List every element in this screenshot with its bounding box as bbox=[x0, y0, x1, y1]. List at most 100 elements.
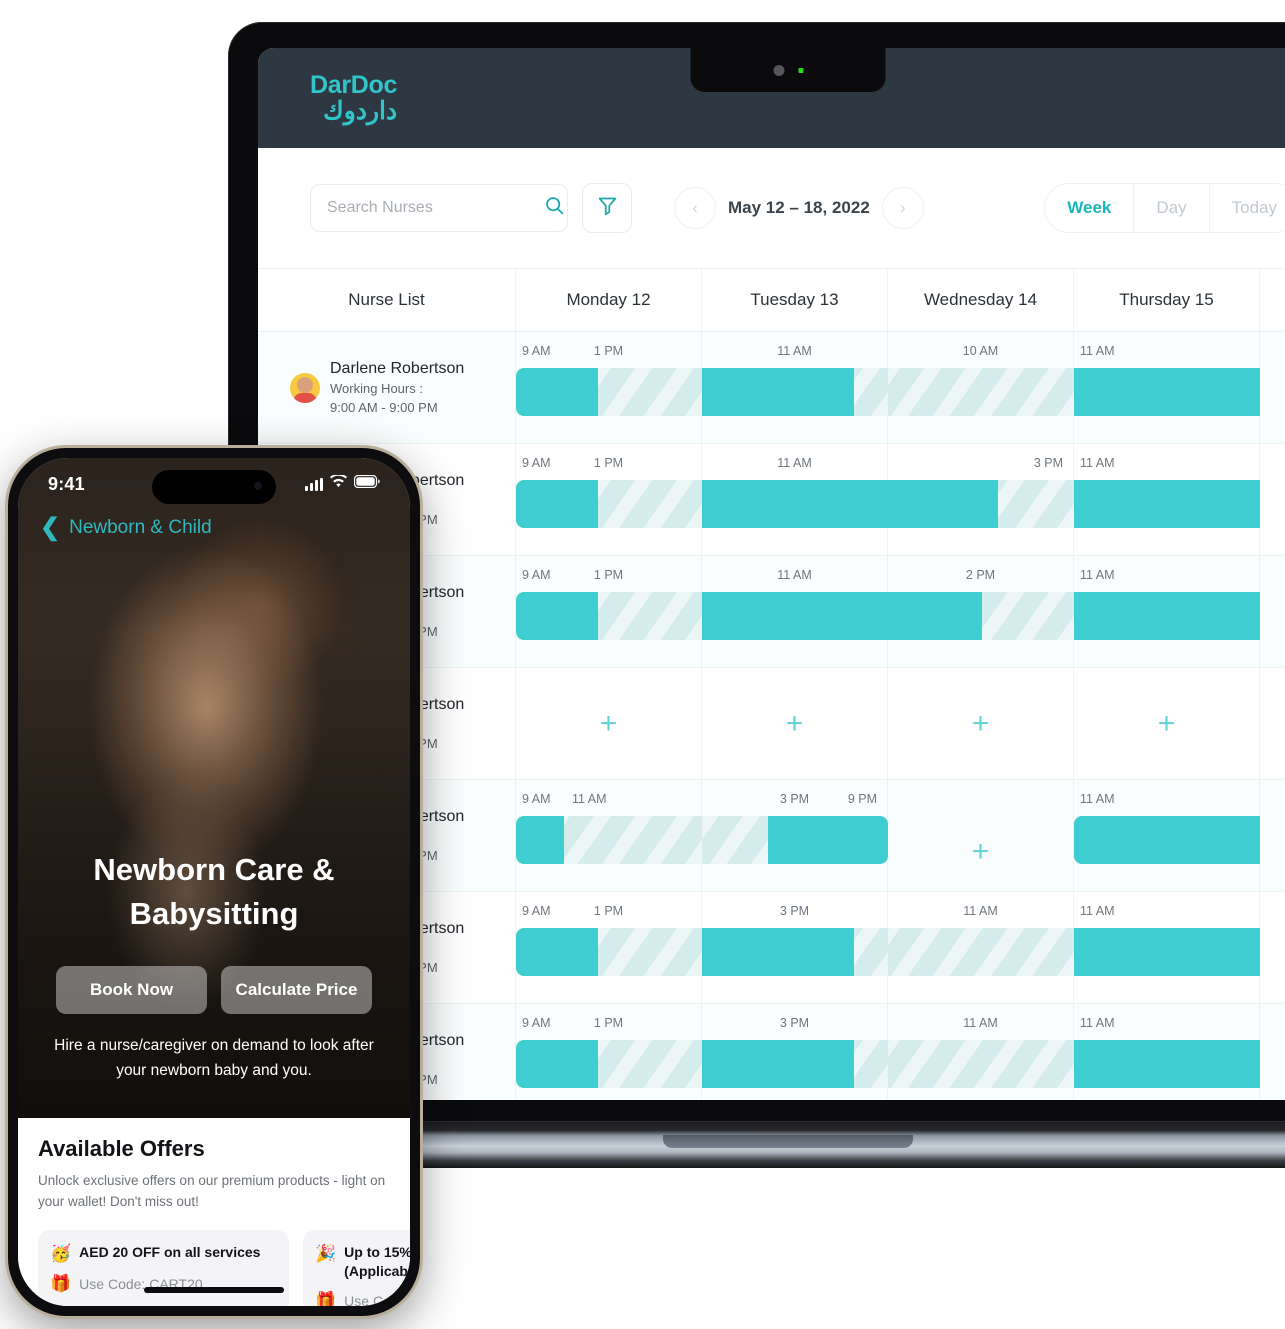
calculate-price-button[interactable]: Calculate Price bbox=[221, 966, 372, 1015]
schedule-bar[interactable] bbox=[516, 1040, 598, 1088]
schedule-cell[interactable]: 11 AM bbox=[1074, 556, 1260, 667]
brand-logo[interactable]: DarDoc داردوك bbox=[310, 71, 397, 124]
schedule-bar[interactable] bbox=[598, 928, 702, 976]
offer-card[interactable]: 🎉 Up to 15% OF (Applicable fo 🎁 Use Code… bbox=[303, 1230, 410, 1306]
schedule-bar[interactable] bbox=[702, 816, 768, 864]
view-toggle-group: Week Day Today bbox=[1044, 183, 1285, 233]
schedule-bar[interactable] bbox=[702, 480, 888, 528]
schedule-cell[interactable]: 3 PM bbox=[702, 1004, 888, 1100]
schedule-cell[interactable]: 11 AM bbox=[1074, 780, 1260, 891]
schedule-cell[interactable]: + bbox=[516, 668, 702, 779]
schedule-bar[interactable] bbox=[598, 480, 702, 528]
schedule-bar[interactable] bbox=[1074, 480, 1260, 528]
time-slot-label: 1 PM bbox=[593, 344, 624, 358]
schedule-bar[interactable] bbox=[516, 480, 598, 528]
offer-cards-list: 🥳 AED 20 OFF on all services 🎁 Use Code:… bbox=[38, 1230, 410, 1306]
schedule-bar[interactable] bbox=[702, 928, 854, 976]
plus-icon[interactable]: + bbox=[1158, 708, 1176, 739]
schedule-cell[interactable]: 10 AM bbox=[888, 332, 1074, 443]
schedule-cell[interactable]: 11 AM bbox=[702, 332, 888, 443]
hero-action-buttons: Book Now Calculate Price bbox=[36, 966, 392, 1015]
view-tab-week[interactable]: Week bbox=[1045, 184, 1135, 232]
schedule-bar[interactable] bbox=[702, 1040, 854, 1088]
view-tab-day[interactable]: Day bbox=[1134, 184, 1210, 232]
schedule-bar[interactable] bbox=[1074, 928, 1260, 976]
prev-week-button[interactable]: ‹ bbox=[674, 187, 716, 229]
schedule-bar[interactable] bbox=[516, 368, 598, 416]
schedule-bar[interactable] bbox=[516, 592, 598, 640]
schedule-bar[interactable] bbox=[982, 592, 1074, 640]
camera-led-icon bbox=[798, 67, 803, 73]
schedule-cell[interactable]: 9 AM 1 PM bbox=[516, 332, 702, 443]
time-slot-label: 9 AM bbox=[522, 456, 551, 470]
back-navigation[interactable]: ❮ Newborn & Child bbox=[40, 516, 212, 540]
schedule-cell[interactable]: + bbox=[702, 668, 888, 779]
schedule-cell[interactable]: 11 AM bbox=[1074, 892, 1260, 1003]
schedule-bar[interactable] bbox=[888, 1040, 1074, 1088]
plus-icon[interactable]: + bbox=[972, 837, 990, 867]
time-slot-label: 9 AM bbox=[522, 904, 551, 918]
schedule-bar[interactable] bbox=[888, 480, 998, 528]
plus-icon[interactable]: + bbox=[972, 708, 990, 739]
schedule-bar[interactable] bbox=[598, 368, 702, 416]
battery-icon bbox=[353, 474, 380, 493]
search-input[interactable] bbox=[325, 198, 536, 218]
schedule-bar[interactable] bbox=[854, 1040, 888, 1088]
schedule-cell[interactable]: 11 AM bbox=[888, 1004, 1074, 1100]
schedule-bar[interactable] bbox=[888, 592, 982, 640]
schedule-cell[interactable]: 2 PM bbox=[888, 556, 1074, 667]
plus-icon[interactable]: + bbox=[786, 708, 804, 739]
schedule-cell[interactable]: 3 PM bbox=[702, 892, 888, 1003]
home-indicator[interactable] bbox=[144, 1287, 284, 1293]
search-box[interactable] bbox=[310, 184, 568, 232]
schedule-bar[interactable] bbox=[702, 368, 854, 416]
schedule-bar[interactable] bbox=[888, 368, 1074, 416]
schedule-cell[interactable]: 11 AM bbox=[702, 556, 888, 667]
nurse-cell[interactable]: Darlene Robertson Working Hours : 9:00 AM … bbox=[258, 332, 516, 443]
schedule-cell[interactable]: 9 AM 1 PM bbox=[516, 892, 702, 1003]
calendar-header-row: Nurse List Monday 12 Tuesday 13 Wednesda… bbox=[258, 269, 1285, 332]
schedule-cell[interactable]: + bbox=[888, 668, 1074, 779]
schedule-cell[interactable]: 11 AM bbox=[1074, 332, 1260, 443]
schedule-cell[interactable]: 3 PM 9 PM bbox=[702, 780, 888, 891]
schedule-bar[interactable] bbox=[854, 368, 888, 416]
schedule-bar[interactable] bbox=[1074, 1040, 1260, 1088]
schedule-cell[interactable]: 11 AM bbox=[1074, 444, 1260, 555]
schedule-cell[interactable]: 11 AM bbox=[888, 892, 1074, 1003]
time-slot-label: 1 PM bbox=[593, 1016, 624, 1030]
schedule-cell[interactable]: 9 AM 1 PM bbox=[516, 1004, 702, 1100]
schedule-cell[interactable]: 11 AM bbox=[1074, 1004, 1260, 1100]
offer-code: Use Code: bbox=[344, 1292, 410, 1306]
schedule-bar[interactable] bbox=[598, 1040, 702, 1088]
schedule-bar[interactable] bbox=[516, 928, 598, 976]
phone-device: 9:41 ❮ Newborn & Child Newborn Care & Ba… bbox=[8, 448, 420, 1316]
schedule-bar[interactable] bbox=[1074, 368, 1260, 416]
schedule-cell[interactable]: 3 PM bbox=[888, 444, 1074, 555]
schedule-bar[interactable] bbox=[998, 480, 1074, 528]
schedule-cell[interactable]: + bbox=[1074, 668, 1260, 779]
schedule-bar[interactable] bbox=[1074, 592, 1260, 640]
search-icon[interactable] bbox=[544, 195, 565, 221]
schedule-cell[interactable]: 9 AM 11 AM bbox=[516, 780, 702, 891]
schedule-bar[interactable] bbox=[768, 816, 888, 864]
schedule-bar[interactable] bbox=[888, 928, 1074, 976]
view-tab-today[interactable]: Today bbox=[1210, 184, 1285, 232]
schedule-cell[interactable]: 9 AM 1 PM bbox=[516, 444, 702, 555]
schedule-bar[interactable] bbox=[564, 816, 702, 864]
plus-icon[interactable]: + bbox=[600, 708, 618, 739]
schedule-bar[interactable] bbox=[516, 816, 564, 864]
schedule-bar[interactable] bbox=[1074, 816, 1260, 864]
schedule-bar[interactable] bbox=[598, 592, 702, 640]
book-now-button[interactable]: Book Now bbox=[56, 966, 207, 1015]
offer-card[interactable]: 🥳 AED 20 OFF on all services 🎁 Use Code:… bbox=[38, 1230, 289, 1306]
time-slot-label: 3 PM bbox=[1033, 456, 1063, 470]
schedule-bar[interactable] bbox=[702, 592, 888, 640]
schedule-bar[interactable] bbox=[854, 928, 888, 976]
schedule-cell[interactable]: + bbox=[888, 780, 1074, 891]
date-navigation: ‹ May 12 – 18, 2022 › bbox=[674, 187, 924, 229]
schedule-cell[interactable]: 11 AM bbox=[702, 444, 888, 555]
schedule-cell[interactable]: 9 AM 1 PM bbox=[516, 556, 702, 667]
next-week-button[interactable]: › bbox=[881, 187, 924, 229]
filter-button[interactable] bbox=[582, 183, 632, 233]
time-slot-label: 11 AM bbox=[1080, 1016, 1115, 1030]
